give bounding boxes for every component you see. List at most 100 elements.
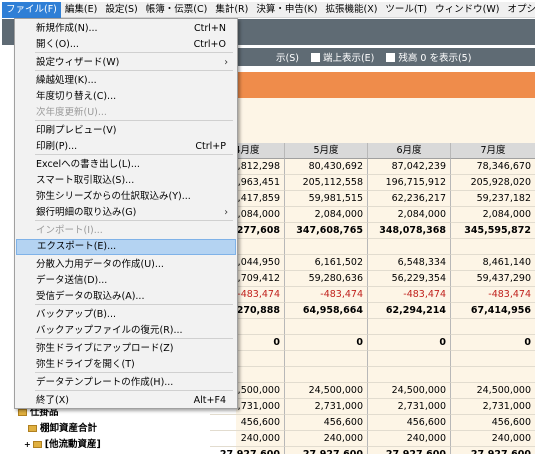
expand-icon[interactable]: + — [24, 440, 31, 449]
file-menu-item[interactable]: スマート取引取込(S)... — [16, 173, 236, 189]
grid-cell[interactable]: 62,294,214 — [368, 303, 451, 319]
grid-cell[interactable]: 78,346,670 — [451, 159, 535, 175]
menubar-item[interactable]: 帳簿・伝票(C) — [142, 2, 212, 18]
menubar-item[interactable]: オプション( — [503, 2, 535, 18]
file-menu-item[interactable]: バックアップ(B)... — [16, 307, 236, 323]
option-hide-upper[interactable]: 端上表示(E) — [310, 50, 374, 64]
grid-cell[interactable]: 87,042,239 — [368, 159, 451, 175]
file-menu-item[interactable]: 受信データの取込み(A)... — [16, 289, 236, 305]
file-menu-item[interactable]: 設定ウィザード(W) › — [16, 55, 236, 71]
grid-cell[interactable]: 345,595,872 — [451, 223, 535, 239]
grid-cell[interactable] — [368, 319, 451, 335]
grid-cell[interactable]: 348,078,368 — [368, 223, 451, 239]
grid-cell[interactable]: 456,600 — [451, 415, 535, 431]
grid-cell[interactable]: -483,474 — [368, 287, 451, 303]
file-menu-item[interactable]: 繰越処理(K)... — [16, 73, 236, 89]
grid-cell[interactable]: 24,500,000 — [285, 383, 368, 399]
grid-cell[interactable]: 6,548,334 — [368, 255, 451, 271]
grid-cell[interactable]: 347,608,765 — [285, 223, 368, 239]
grid-cell[interactable]: -483,474 — [451, 287, 535, 303]
grid-cell[interactable]: 2,731,000 — [285, 399, 368, 415]
file-menu-item[interactable]: 印刷(P)... Ctrl+P — [16, 139, 236, 155]
grid-cell[interactable]: 240,000 — [451, 431, 535, 447]
tree-item-inventory-total[interactable]: 棚卸資産合計 — [28, 420, 97, 434]
grid-cell[interactable]: 2,084,000 — [285, 207, 368, 223]
grid-cell[interactable]: 2,084,000 — [451, 207, 535, 223]
tree-item-other-current-assets[interactable]: + [他流動資産] — [24, 436, 101, 450]
grid-cell[interactable]: 62,236,217 — [368, 191, 451, 207]
grid-cell[interactable]: 80,430,692 — [285, 159, 368, 175]
grid-cell[interactable]: 2,084,000 — [368, 207, 451, 223]
grid-cell[interactable] — [451, 367, 535, 383]
file-menu-item[interactable]: 弥生シリーズからの仕訳取込み(Y)... — [16, 189, 236, 205]
grid-cell[interactable]: 456,600 — [210, 415, 285, 431]
grid-cell[interactable]: 6,161,502 — [285, 255, 368, 271]
file-menu-item[interactable]: データテンプレートの作成(H)... — [16, 375, 236, 391]
file-menu-item[interactable]: 分散入力用データの作成(U)... — [16, 257, 236, 273]
file-menu-item[interactable]: 印刷プレビュー(V) — [16, 123, 236, 139]
file-menu-item[interactable]: 弥生ドライブを開く(T) — [16, 357, 236, 373]
grid-cell[interactable]: 59,437,290 — [451, 271, 535, 287]
checkbox[interactable] — [386, 52, 396, 62]
grid-cell[interactable]: 59,237,182 — [451, 191, 535, 207]
grid-cell[interactable]: 196,715,912 — [368, 175, 451, 191]
grid-cell[interactable] — [285, 367, 368, 383]
file-menu-item[interactable]: 次年度更新(U)... — [16, 105, 236, 121]
grid-cell[interactable]: 2,731,000 — [451, 399, 535, 415]
file-menu-item[interactable]: 新規作成(N)... Ctrl+N — [16, 21, 236, 37]
file-menu-item[interactable]: バックアップファイルの復元(R)... — [16, 323, 236, 339]
file-menu-item[interactable]: 弥生ドライブにアップロード(Z) — [16, 341, 236, 357]
menubar-item[interactable]: 拡張機能(X) — [321, 2, 381, 18]
grid-cell[interactable]: 56,229,354 — [368, 271, 451, 287]
grid-cell[interactable]: 205,112,558 — [285, 175, 368, 191]
grid-cell[interactable]: 59,981,515 — [285, 191, 368, 207]
grid-cell[interactable]: 27,927,600 — [285, 447, 368, 454]
grid-cell[interactable]: 0 — [451, 335, 535, 351]
menubar-item[interactable]: ツール(T) — [381, 2, 431, 18]
grid-cell[interactable] — [368, 239, 451, 255]
grid-cell[interactable]: 2,731,000 — [368, 399, 451, 415]
grid-cell[interactable]: 59,280,636 — [285, 271, 368, 287]
grid-cell[interactable]: 240,000 — [368, 431, 451, 447]
menubar-item[interactable]: 集計(R) — [211, 2, 252, 18]
file-menu-item[interactable]: エクスポート(E)... — [16, 239, 236, 255]
menubar-item[interactable]: 編集(E) — [61, 2, 101, 18]
option-show-zero-balance[interactable]: 残高 0 を表示(5) — [386, 50, 471, 64]
grid-cell[interactable]: 64,958,664 — [285, 303, 368, 319]
grid-cell[interactable]: 0 — [285, 335, 368, 351]
file-menu-item[interactable]: インポート(I)... — [16, 223, 236, 239]
grid-cell[interactable]: 27,927,600 — [451, 447, 535, 454]
grid-cell[interactable] — [285, 319, 368, 335]
menubar-item[interactable]: 決算・申告(K) — [252, 2, 321, 18]
grid-cell[interactable]: 27,927,600 — [368, 447, 451, 454]
grid-cell[interactable]: 240,000 — [210, 431, 285, 447]
grid-cell[interactable]: 24,500,000 — [451, 383, 535, 399]
file-menu-item[interactable]: Excelへの書き出し(L)... — [16, 157, 236, 173]
menubar-item[interactable]: ファイル(F) — [2, 1, 61, 18]
grid-cell[interactable]: 240,000 — [285, 431, 368, 447]
grid-cell[interactable]: 0 — [368, 335, 451, 351]
file-menu-item[interactable]: 終了(X) Alt+F4 — [16, 393, 236, 409]
file-menu-item[interactable]: データ送信(D)... — [16, 273, 236, 289]
grid-cell[interactable]: 67,414,956 — [451, 303, 535, 319]
file-menu-item[interactable]: 年度切り替え(C)... — [16, 89, 236, 105]
option-1[interactable]: 示(S) — [276, 50, 299, 64]
grid-cell[interactable]: 456,600 — [285, 415, 368, 431]
grid-cell[interactable] — [451, 351, 535, 367]
grid-cell[interactable] — [368, 367, 451, 383]
menubar-item[interactable]: ウィンドウ(W) — [431, 2, 503, 18]
grid-cell[interactable] — [451, 239, 535, 255]
grid-cell[interactable]: -483,474 — [285, 287, 368, 303]
checkbox[interactable] — [310, 52, 320, 62]
grid-cell[interactable]: 8,461,140 — [451, 255, 535, 271]
menubar-item[interactable]: 設定(S) — [101, 2, 141, 18]
grid-cell[interactable] — [285, 351, 368, 367]
grid-cell[interactable]: 456,600 — [368, 415, 451, 431]
grid-cell[interactable] — [285, 239, 368, 255]
grid-cell[interactable]: 24,500,000 — [368, 383, 451, 399]
grid-cell[interactable]: 27,927,600 — [210, 447, 285, 454]
file-menu-item[interactable]: 開く(O)... Ctrl+O — [16, 37, 236, 53]
grid-cell[interactable] — [451, 319, 535, 335]
grid-cell[interactable]: 205,928,020 — [451, 175, 535, 191]
grid-cell[interactable] — [368, 351, 451, 367]
